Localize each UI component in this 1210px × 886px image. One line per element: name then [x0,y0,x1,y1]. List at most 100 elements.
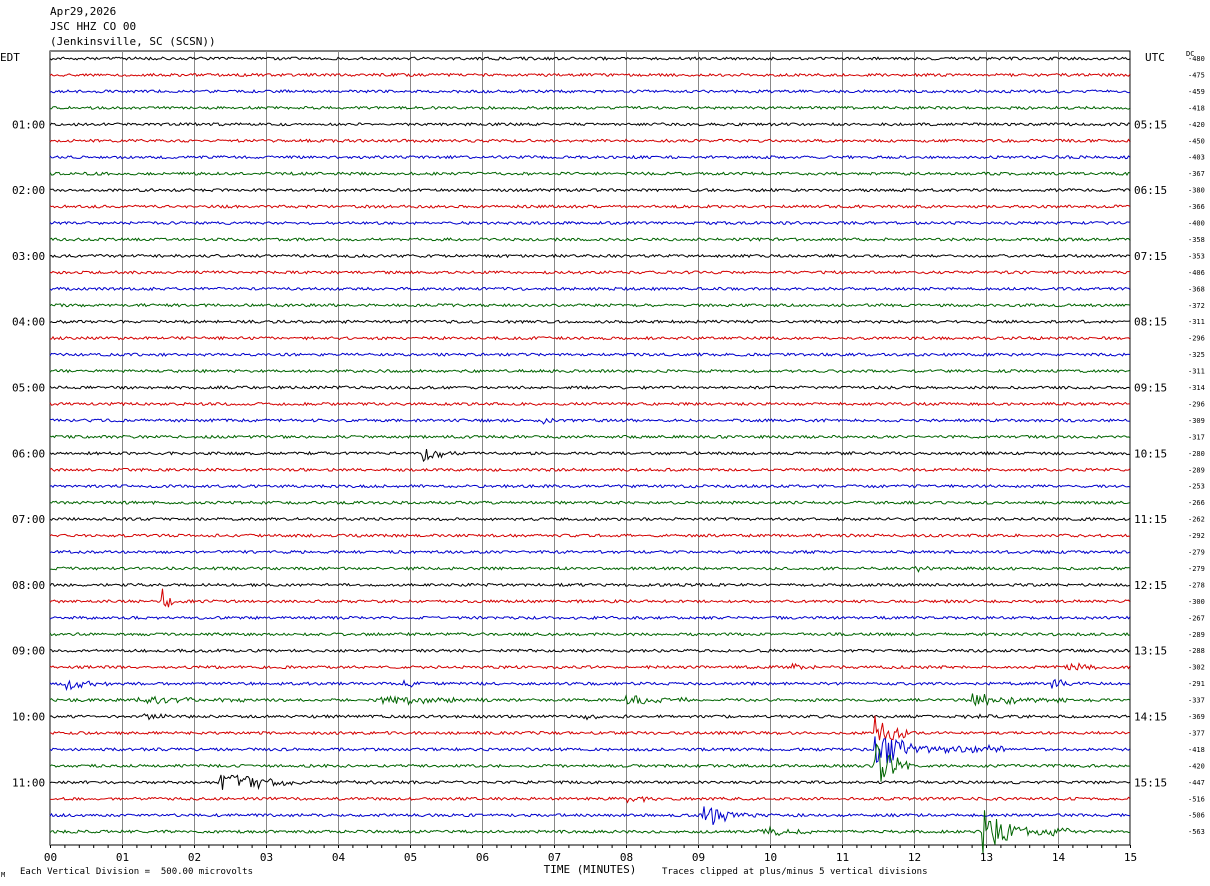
right-hour-label: 09:15 [1134,382,1167,395]
clip-note: Traces clipped at plus/minus 5 vertical … [662,867,928,877]
seismic-trace [49,220,1131,226]
x-tick-label: 02 [188,851,201,864]
dc-offset-label: -447 [1188,779,1205,787]
right-hour-label: 14:15 [1134,711,1167,724]
seismic-trace [49,122,1131,127]
dc-offset-label: -317 [1188,433,1205,441]
dc-offset-label: -291 [1188,680,1205,688]
dc-offset-label: -403 [1188,154,1205,162]
dc-offset-label: -475 [1188,71,1205,79]
seismic-trace [49,648,1131,653]
dc-offset-label: -296 [1188,400,1205,408]
dc-offset-label: -406 [1188,269,1205,277]
dc-offset-label: -302 [1188,664,1205,672]
dc-offset-label: -420 [1188,121,1205,129]
left-hour-label: 09:00 [12,645,45,658]
dc-offset-label: -516 [1188,795,1205,803]
dc-offset-label: -459 [1188,88,1205,96]
dc-offset-label: -337 [1188,697,1205,705]
plot-frame [49,50,1131,846]
x-tick-label: 03 [260,851,273,864]
seismic-trace [49,467,1131,473]
dc-offset-label: -400 [1188,220,1205,228]
dc-offset-label: -368 [1188,285,1205,293]
seismic-trace [49,352,1131,357]
x-tick-label: 01 [116,851,129,864]
dc-offset-label: -311 [1188,368,1205,376]
dc-offset-label: -289 [1188,466,1205,474]
seismic-trace [49,204,1131,209]
seismic-trace [50,335,1131,341]
seismic-trace [49,743,1131,782]
left-hour-label: 05:00 [12,382,45,395]
x-axis-label: TIME (MINUTES) [544,863,637,876]
left-hour-label: 10:00 [12,711,45,724]
dc-offset-label: -253 [1188,483,1205,491]
right-hour-label: 10:15 [1134,447,1167,460]
right-hour-label: 15:15 [1134,776,1167,789]
dc-offset-label: -418 [1188,104,1205,112]
seismic-trace [49,712,1131,721]
dc-offset-label: -366 [1188,203,1205,211]
seismic-trace [49,693,1131,707]
left-timezone-label: EDT [0,51,20,64]
seismic-trace [49,615,1131,621]
left-hour-label: 07:00 [12,513,45,526]
seismic-trace [49,631,1131,637]
dc-offset-label: -506 [1188,812,1205,820]
left-hour-label: 02:00 [12,184,45,197]
x-tick-label: 00 [44,851,57,864]
x-tick-label: 10 [764,851,777,864]
seismic-trace [49,449,1131,463]
seismic-trace [49,302,1131,308]
seismic-trace [49,774,1131,791]
dc-offset-label: -369 [1188,713,1205,721]
dc-offset-label: -266 [1188,499,1205,507]
x-tick-label: 05 [404,851,417,864]
seismic-trace [49,678,1131,692]
seismic-trace [49,56,1131,61]
dc-offset-label: -279 [1188,549,1205,557]
seismic-trace [49,483,1131,489]
seismic-trace [49,138,1131,144]
dc-offset-label: -280 [1188,450,1205,458]
seismic-trace [49,516,1131,522]
seismic-trace [49,368,1131,374]
seismic-trace [50,105,1131,111]
seismic-trace [49,319,1131,325]
left-hour-label: 06:00 [12,447,45,460]
dc-offset-label: -296 [1188,335,1205,343]
seismic-trace [49,89,1131,94]
left-hour-label: 04:00 [12,316,45,329]
x-tick-label: 06 [476,851,489,864]
left-hour-label: 08:00 [12,579,45,592]
right-hour-label: 13:15 [1134,645,1167,658]
x-tick-label: 12 [908,851,921,864]
seismic-trace [49,154,1131,160]
dc-offset-label: -367 [1188,170,1205,178]
dc-offset-label: -420 [1188,762,1205,770]
dc-offset-label: -380 [1188,187,1205,195]
left-hour-label: 01:00 [12,118,45,131]
seismic-trace [49,533,1131,538]
right-hour-label: 08:15 [1134,316,1167,329]
x-tick-label: 15 [1124,851,1137,864]
seismic-trace [49,401,1131,407]
dc-offset-label: -279 [1188,565,1205,573]
left-hour-label: 11:00 [12,776,45,789]
right-hour-label: 05:15 [1134,118,1167,131]
seismic-trace [49,385,1131,390]
seismic-trace [49,253,1131,259]
right-hour-label: 06:15 [1134,184,1167,197]
x-tick-label: 07 [548,851,561,864]
right-hour-label: 07:15 [1134,250,1167,263]
seismic-trace [49,72,1131,78]
right-hour-label: 11:15 [1134,513,1167,526]
dc-offset-label: -292 [1188,532,1205,540]
seismic-trace [49,171,1131,177]
seismic-trace [49,662,1131,671]
seismic-trace [49,187,1131,193]
seismic-trace [49,588,1131,608]
seismic-trace [49,565,1131,573]
seismic-trace [49,549,1131,555]
